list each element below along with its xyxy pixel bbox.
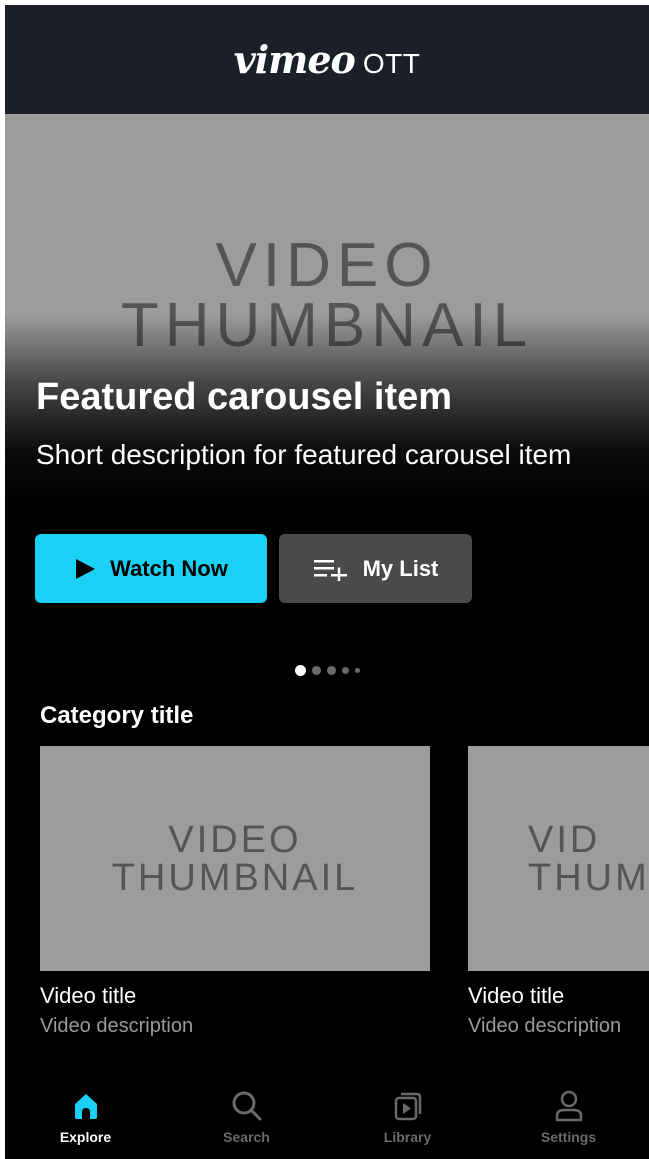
tab-label: Library — [383, 1129, 432, 1145]
carousel-dot[interactable] — [294, 665, 306, 676]
carousel-dot[interactable] — [354, 668, 360, 673]
playlist-add-icon — [313, 557, 349, 581]
video-description: Video description — [468, 1015, 622, 1037]
my-list-button[interactable]: My List — [279, 534, 472, 603]
user-icon — [554, 1089, 584, 1123]
video-title: Video title — [40, 983, 137, 1008]
tab-explore[interactable]: Explore — [5, 1077, 166, 1159]
tab-label: Settings — [540, 1129, 597, 1145]
play-icon — [74, 558, 96, 580]
my-list-label: My List — [362, 555, 439, 581]
home-icon — [71, 1089, 101, 1123]
brand-suffix: OTT — [362, 48, 421, 79]
library-icon — [393, 1089, 423, 1123]
tab-search[interactable]: Search — [166, 1077, 327, 1159]
carousel-indicator[interactable] — [5, 665, 649, 676]
featured-title: Featured carousel item — [36, 376, 453, 418]
tab-label: Explore — [59, 1129, 112, 1145]
video-title: Video title — [468, 983, 565, 1008]
hero-gradient-overlay — [5, 314, 649, 654]
app-screen: vimeo OTT VIDEO THUMBNAIL Featured carou… — [5, 5, 649, 1159]
thumbnail-placeholder-text: VIDEO THUMBNAIL — [112, 821, 359, 897]
video-card[interactable]: VID THUM Video title Video description — [468, 746, 649, 1038]
top-bar: vimeo OTT — [5, 5, 649, 114]
carousel-dot[interactable] — [311, 666, 321, 675]
hero-thumbnail-line1: VIDEO — [215, 231, 439, 300]
thumbnail-line1: VID — [528, 818, 601, 861]
featured-description: Short description for featured carousel … — [36, 439, 572, 470]
watch-now-button[interactable]: Watch Now — [35, 534, 267, 603]
video-card[interactable]: VIDEO THUMBNAIL Video title Video descri… — [40, 746, 430, 1038]
video-description: Video description — [40, 1015, 194, 1037]
thumbnail-line2: THUMBNAIL — [111, 856, 359, 899]
thumbnail-line2: THUM — [528, 856, 649, 899]
bottom-tab-bar: Explore Search Library Settings — [5, 1077, 649, 1159]
brand-word: vimeo — [233, 37, 356, 82]
featured-carousel[interactable]: VIDEO THUMBNAIL Featured carousel item S… — [5, 114, 649, 676]
carousel-dot[interactable] — [326, 666, 336, 675]
tab-label: Search — [223, 1129, 270, 1145]
video-thumbnail[interactable]: VID THUM — [468, 746, 649, 971]
thumbnail-placeholder-text: VID THUM — [528, 821, 649, 897]
search-icon — [231, 1089, 263, 1123]
tab-settings[interactable]: Settings — [488, 1077, 649, 1159]
thumbnail-line1: VIDEO — [168, 818, 302, 861]
category-title: Category title — [40, 702, 194, 729]
video-thumbnail[interactable]: VIDEO THUMBNAIL — [40, 746, 430, 971]
tab-library[interactable]: Library — [327, 1077, 488, 1159]
vimeo-ott-logo: vimeo OTT — [234, 37, 421, 82]
carousel-dot[interactable] — [341, 667, 349, 674]
watch-now-label: Watch Now — [110, 555, 228, 581]
